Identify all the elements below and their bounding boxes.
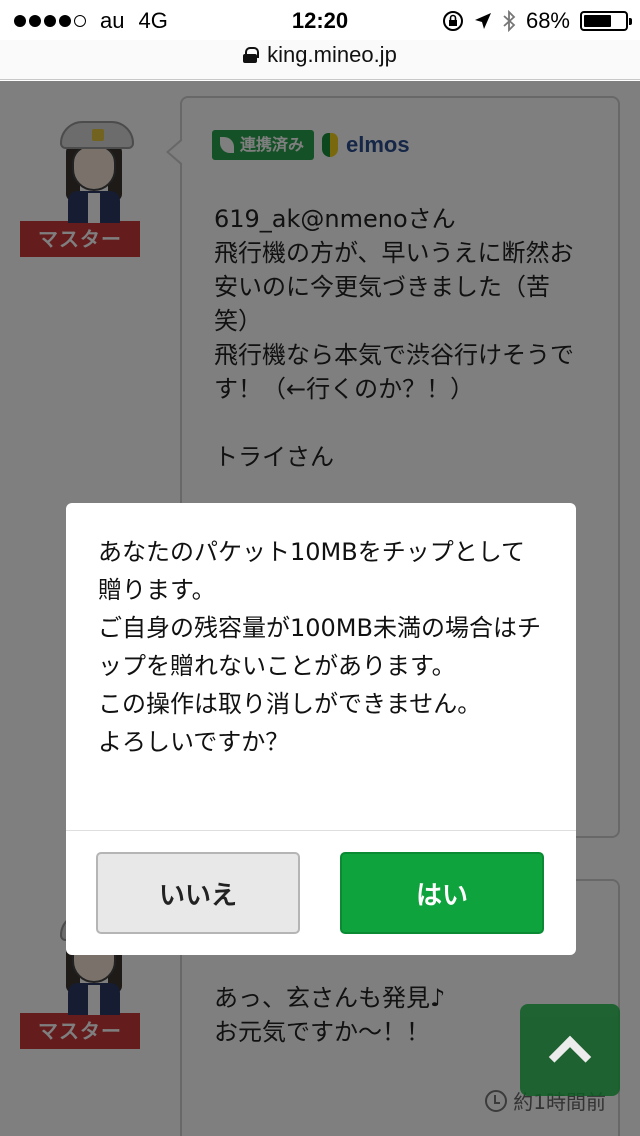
battery-fill — [584, 15, 612, 27]
status-right: 68% — [442, 8, 632, 34]
chevron-up-icon — [548, 1035, 592, 1079]
url-text: king.mineo.jp — [267, 42, 397, 67]
status-bar: au 4G 12:20 68% — [0, 0, 640, 40]
cancel-button[interactable]: いいえ — [96, 852, 300, 934]
confirm-button[interactable]: はい — [340, 852, 544, 934]
battery-icon — [580, 11, 632, 31]
url-bar[interactable]: king.mineo.jp — [0, 40, 640, 80]
dialog-divider — [66, 830, 576, 831]
dialog-message: あなたのパケット10MBをチップとして贈ります。 ご自身の残容量が100MB未満… — [98, 538, 541, 756]
location-icon — [474, 13, 491, 29]
bluetooth-icon — [503, 10, 516, 32]
scroll-to-top-button[interactable] — [520, 1004, 620, 1096]
orientation-lock-icon — [442, 11, 463, 31]
tip-confirm-dialog: あなたのパケット10MBをチップとして贈ります。 ご自身の残容量が100MB未満… — [66, 503, 576, 955]
battery-percent: 68% — [525, 8, 570, 33]
lock-icon — [243, 47, 260, 63]
